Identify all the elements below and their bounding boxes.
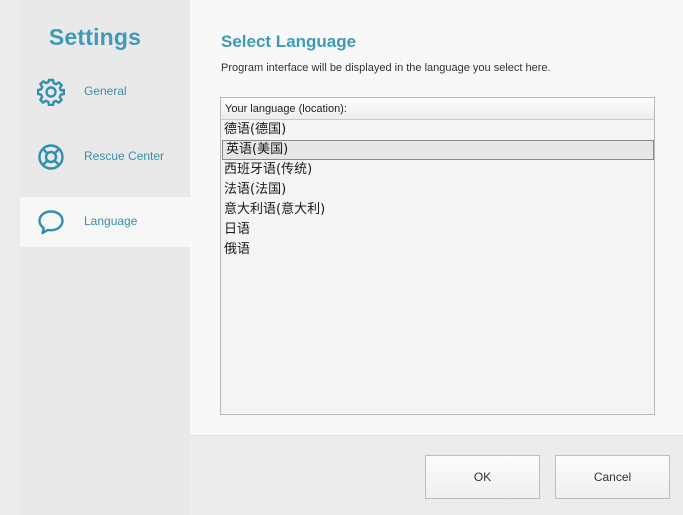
language-option[interactable]: 意大利语(意大利): [221, 200, 654, 220]
window-left-edge: [0, 0, 20, 515]
sidebar-item-language[interactable]: Language: [20, 197, 190, 247]
ok-button[interactable]: OK: [425, 455, 540, 499]
sidebar-title: Settings: [48, 24, 142, 50]
page-title: Select Language: [221, 32, 357, 51]
language-list-header: Your language (location):: [221, 98, 654, 120]
language-option-selected[interactable]: 英语(美国): [222, 140, 654, 160]
sidebar-item-label: Language: [84, 214, 138, 228]
speech-bubble-icon: [38, 210, 64, 235]
sidebar-item-rescue-center[interactable]: Rescue Center: [20, 132, 190, 182]
sidebar-item-label: Rescue Center: [84, 149, 165, 163]
sidebar-item-general[interactable]: General: [20, 67, 190, 117]
language-option[interactable]: 德语(德国): [221, 120, 654, 140]
page-description: Program interface will be displayed in t…: [221, 62, 551, 74]
lifebuoy-icon: [38, 144, 64, 170]
sidebar: Settings General Rescue Center Language: [20, 0, 190, 515]
gear-icon: [37, 78, 65, 106]
language-panel: Select Language Program interface will b…: [190, 0, 683, 435]
language-option[interactable]: 俄语: [221, 240, 654, 260]
language-option[interactable]: 西班牙语(传统): [221, 160, 654, 180]
language-list[interactable]: Your language (location): 德语(德国) 英语(美国) …: [220, 97, 655, 415]
dialog-footer: OK Cancel: [190, 435, 683, 515]
sidebar-item-label: General: [84, 84, 127, 98]
language-option[interactable]: 日语: [221, 220, 654, 240]
language-option[interactable]: 法语(法国): [221, 180, 654, 200]
cancel-button[interactable]: Cancel: [555, 455, 670, 499]
